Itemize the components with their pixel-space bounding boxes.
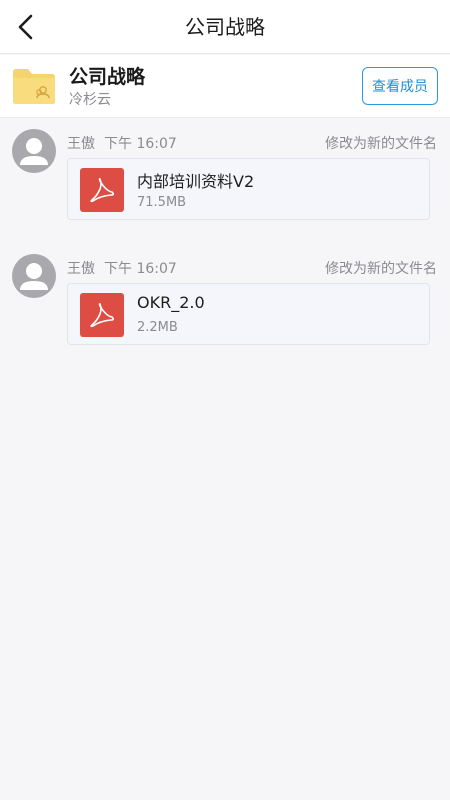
page-title: 公司战略 (185, 15, 265, 39)
chevron-left-icon (18, 14, 33, 40)
activity-user: 王傲 (67, 261, 95, 277)
avatar[interactable] (12, 129, 56, 173)
top-nav-bar: 公司战略 (0, 0, 450, 54)
activity-user: 王傲 (67, 136, 95, 152)
group-name: 公司战略 (69, 66, 146, 88)
user-icon (20, 263, 48, 290)
group-header: 公司战略 冷杉云 查看成员 (0, 55, 450, 118)
view-members-button[interactable]: 查看成员 (362, 67, 438, 105)
shared-folder-icon (13, 69, 55, 104)
group-owner: 冷杉云 (69, 92, 111, 108)
pdf-icon (80, 293, 124, 337)
acrobat-glyph-icon (90, 177, 115, 203)
activity-item: 王傲 下午 16:07 修改为新的文件名 OKR_2.0 2.2MB (0, 244, 450, 354)
file-card[interactable]: 内部培训资料V2 71.5MB (67, 158, 430, 220)
activity-time: 下午 16:07 (104, 136, 177, 152)
activity-action: 修改为新的文件名 (325, 261, 437, 277)
activity-action: 修改为新的文件名 (325, 136, 437, 152)
acrobat-glyph-icon (90, 302, 115, 328)
activity-item: 王傲 下午 16:07 修改为新的文件名 内部培训资料V2 71.5MB (0, 119, 450, 229)
avatar[interactable] (12, 254, 56, 298)
file-card[interactable]: OKR_2.0 2.2MB (67, 283, 430, 345)
activity-time: 下午 16:07 (104, 261, 177, 277)
file-size: 71.5MB (137, 195, 187, 210)
file-size: 2.2MB (137, 320, 178, 335)
back-button[interactable] (6, 7, 46, 47)
file-name: OKR_2.0 (137, 293, 205, 312)
pdf-icon (80, 168, 124, 212)
user-icon (20, 138, 48, 165)
file-name: 内部培训资料V2 (137, 172, 255, 191)
